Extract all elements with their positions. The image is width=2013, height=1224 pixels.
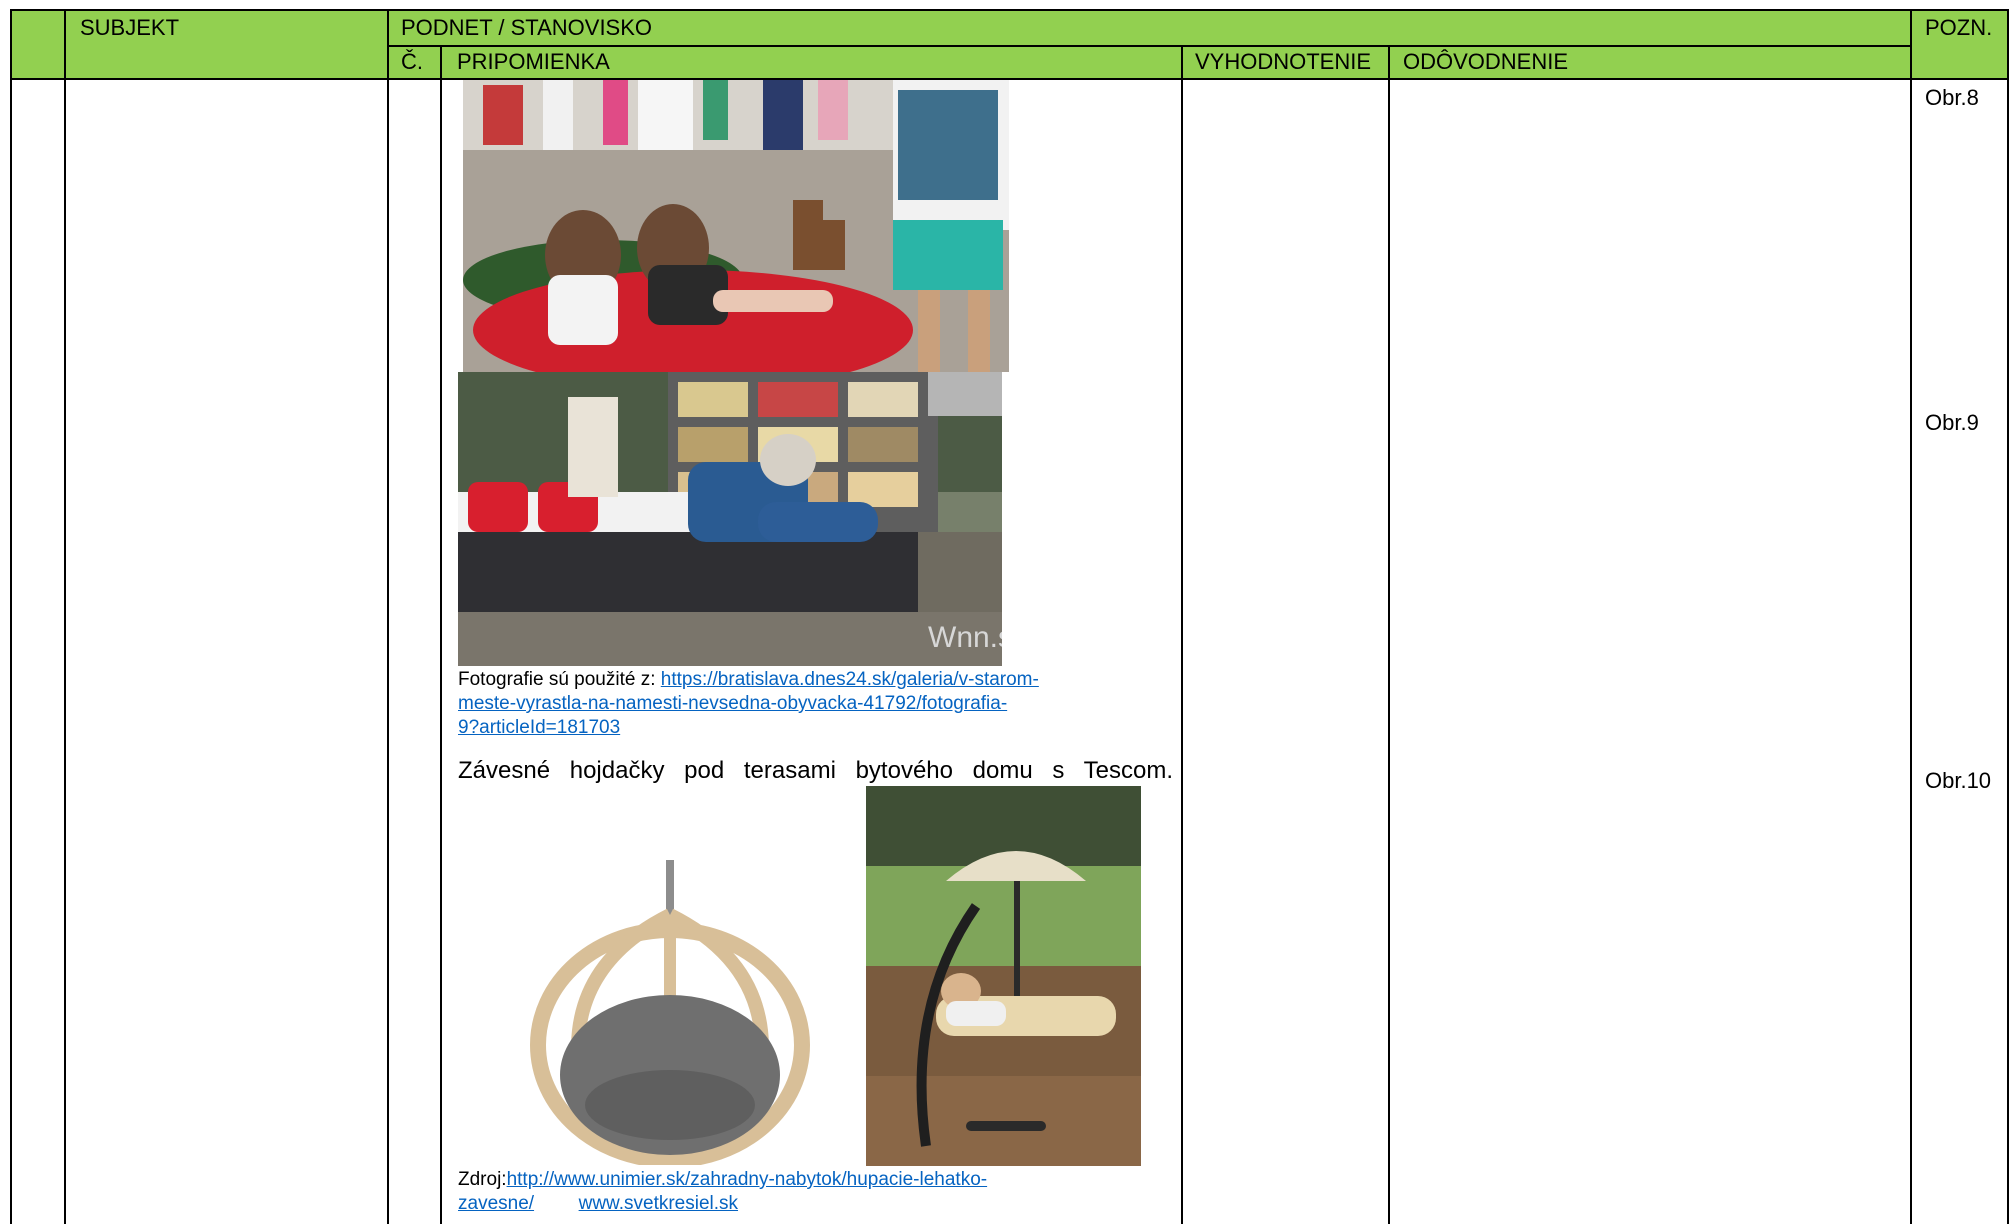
zdroj-link-2[interactable]: zavesne/: [458, 1193, 534, 1214]
col-border-cislo: [440, 45, 442, 1224]
header-cislo: Č.: [401, 49, 423, 74]
table-top-border: [10, 9, 2009, 11]
header-divider: [387, 45, 1910, 47]
zdroj-prefix: Zdroj:: [458, 1169, 507, 1190]
col-border-vyhodnotenie: [1388, 45, 1390, 1224]
photo-source-prefix: Fotografie sú použité z:: [458, 669, 656, 690]
table-header-row-1: [10, 10, 2008, 46]
col-border-pozn: [1910, 9, 1912, 1224]
photo-source-link-1[interactable]: https://bratislava.dnes24.sk/galeria/v-s…: [661, 669, 1039, 690]
zdroj-link-1[interactable]: http://www.unimier.sk/zahradny-nabytok/h…: [507, 1169, 988, 1190]
photo-source-caption: Fotografie sú použité z: https://bratisl…: [458, 668, 1168, 740]
photo-sofa-bookshelf: Wnn.sk: [458, 372, 1002, 666]
header-vyhodnotenie: VYHODNOTENIE: [1195, 49, 1372, 74]
col-border-subjekt: [64, 9, 66, 1224]
header-bottom-border: [10, 78, 2009, 80]
photo-hanging-lounger: [866, 786, 1141, 1166]
note-obr10: Obr.10: [1925, 768, 1992, 793]
photo-source-link-2[interactable]: meste-vyrastla-na-namesti-nevsedna-obyva…: [458, 693, 1007, 714]
header-podnet: PODNET / STANOVISKO: [401, 15, 653, 40]
table-header-row-2: [10, 46, 2008, 79]
photo-beanbag-square: [463, 80, 1009, 372]
hammock-text: Závesné hojdačky pod terasami bytového d…: [458, 757, 1173, 784]
header-subjekt: SUBJEKT: [80, 15, 180, 40]
photo-source-link-3[interactable]: 9?articleId=181703: [458, 717, 620, 738]
col-border-right: [2007, 9, 2009, 1224]
col-border-left: [10, 9, 12, 1224]
col-border-pripomienka: [1181, 45, 1183, 1224]
zdroj-caption: Zdroj:http://www.unimier.sk/zahradny-nab…: [458, 1168, 1178, 1216]
svg-text:Wnn.sk: Wnn.sk: [928, 621, 1002, 654]
photo-swing-chair: [520, 860, 820, 1165]
header-pozn: POZN.: [1925, 15, 1993, 40]
header-pripomienka: PRIPOMIENKA: [457, 49, 610, 74]
col-border-podnet: [387, 9, 389, 1224]
note-obr8: Obr.8: [1925, 85, 1979, 110]
zdroj-link-3[interactable]: www.svetkresiel.sk: [579, 1193, 738, 1214]
note-obr9: Obr.9: [1925, 410, 1979, 435]
header-odovodnenie: ODÔVODNENIE: [1403, 49, 1569, 74]
